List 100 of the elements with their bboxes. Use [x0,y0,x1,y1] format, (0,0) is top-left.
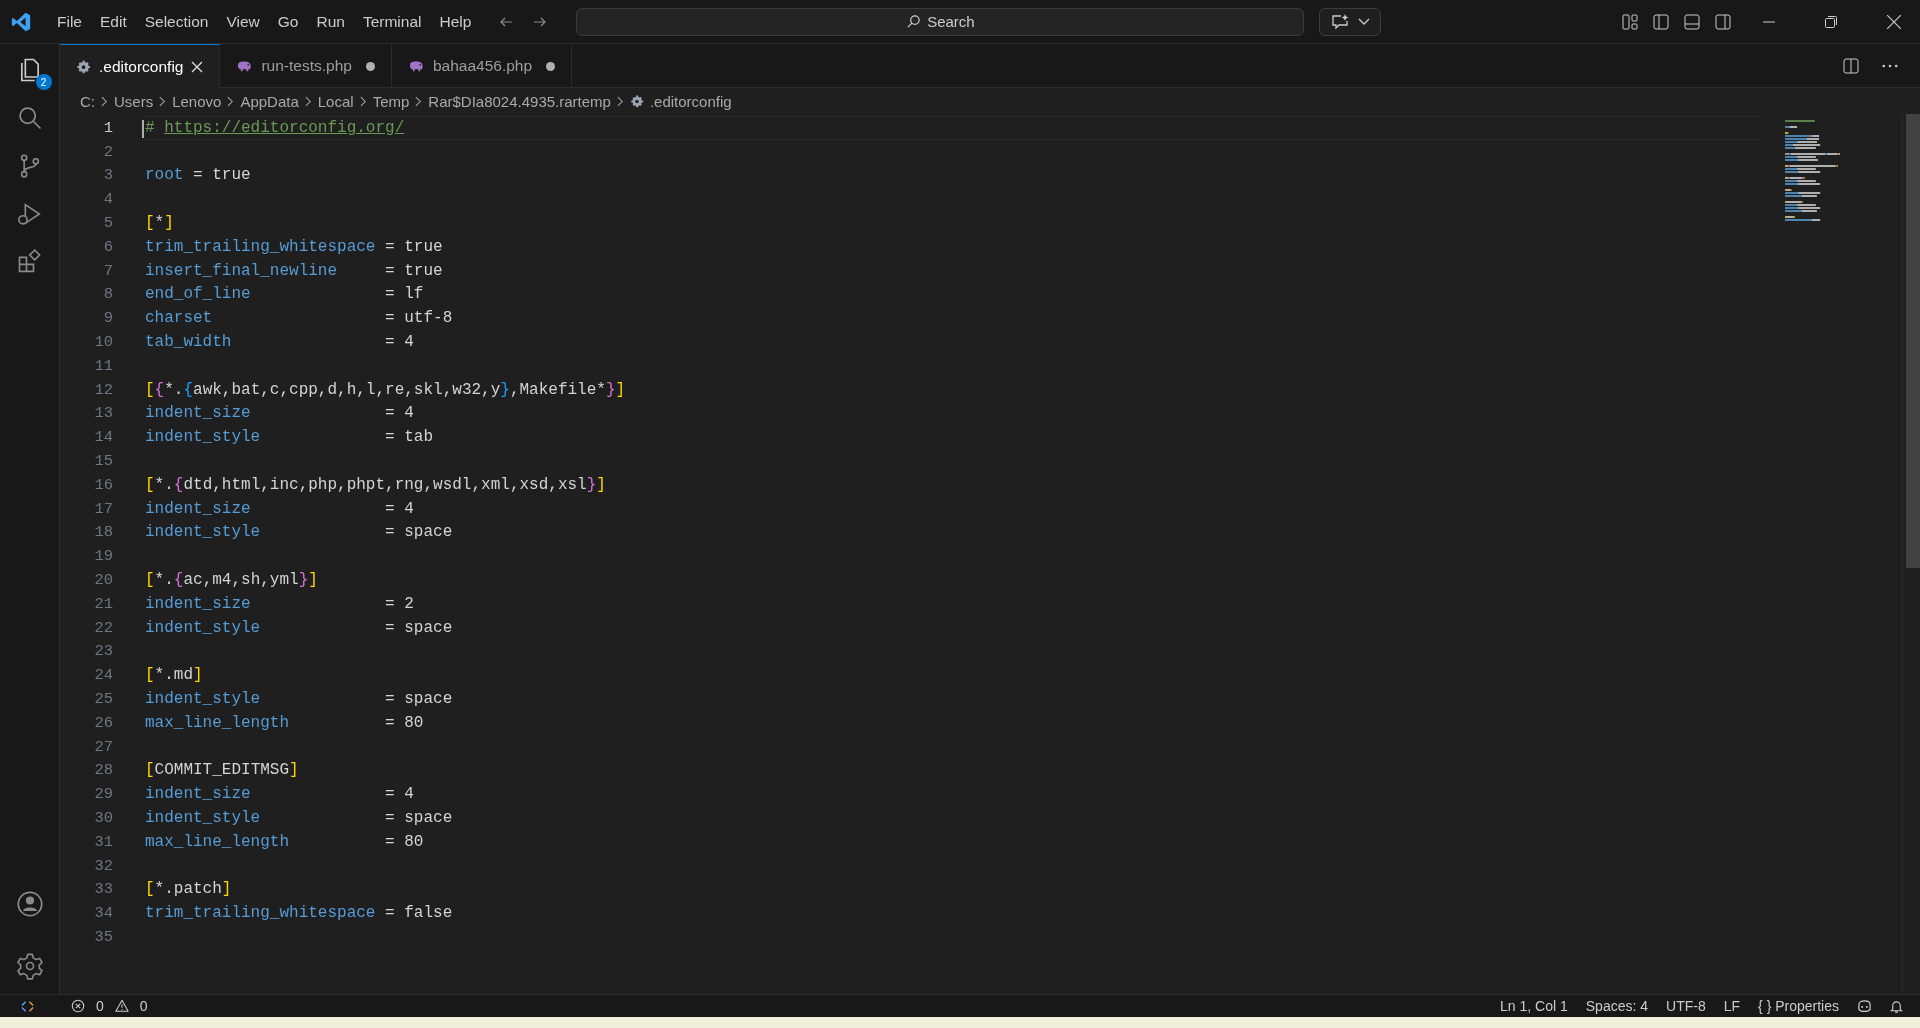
unsaved-dot [365,61,375,71]
scrollbar-thumb[interactable] [1906,114,1920,568]
menu-item[interactable]: Terminal [353,8,431,35]
line-number: 2 [102,142,113,161]
error-icon [71,999,85,1013]
editor-tab[interactable]: .editorconfig [60,44,221,88]
code-line: [*.patch] [145,880,232,899]
menu-item[interactable]: View [217,8,269,35]
problems-button[interactable]: 0 0 [63,998,148,1014]
menu-item[interactable]: Edit [91,8,136,35]
code-line: trim_trailing_whitespace = false [145,904,453,923]
primary-sidebar-icon[interactable] [1652,12,1670,31]
status-item[interactable]: { } Properties [1749,998,1848,1014]
editor-tab[interactable]: run-tests.php [220,44,392,87]
code-line: tab_width = 4 [145,333,414,352]
menu-item[interactable]: Selection [135,8,218,35]
code-line: [COMMIT_EDITMSG] [145,761,299,780]
code-line: # https://editorconfig.org/ [145,118,405,137]
breadcrumb-item[interactable]: Local [317,92,354,110]
line-number: 3 [102,166,113,185]
menu-item[interactable]: Run [307,8,354,35]
status-item[interactable]: LF [1714,998,1750,1014]
line-number: 9 [102,309,113,328]
warning-icon [114,999,129,1013]
breadcrumb-item[interactable]: .editorconfig [649,92,732,110]
code-line: [*] [145,214,174,233]
status-item[interactable]: Spaces: 4 [1576,998,1658,1014]
line-number: 25 [93,690,113,708]
line-number: 14 [93,428,113,447]
chevron-right-icon [304,95,312,107]
line-number: 31 [93,832,113,851]
menu-item[interactable]: File [48,8,91,35]
line-number: 7 [102,261,113,280]
code-line: indent_size = 4 [145,785,414,804]
code-line: [*.{ac,m4,sh,yml}] [145,571,318,590]
line-number: 29 [93,785,113,804]
chevron-right-icon [359,95,367,107]
line-number: 5 [102,214,113,233]
line-number: 33 [93,880,113,899]
line-number: 32 [93,856,113,875]
code-line: indent_size = 4 [145,499,414,518]
breadcrumb-item[interactable]: Users [114,92,154,110]
line-number: 12 [93,380,113,399]
line-number: 19 [93,547,113,566]
chevron-right-icon [616,95,624,107]
copilot-icon[interactable] [1856,998,1873,1014]
close-icon[interactable] [191,60,204,73]
chevron-right-icon [227,95,235,107]
more-icon[interactable] [1882,62,1898,69]
account-icon[interactable] [15,890,44,918]
settings-icon[interactable] [15,952,44,980]
line-number: 30 [93,809,113,827]
menu-item[interactable]: Go [268,8,308,35]
chevron-right-icon [101,95,108,107]
layout-icon[interactable] [1621,12,1639,31]
status-item[interactable]: Ln 1, Col 1 [1491,998,1577,1014]
search-icon [906,14,922,29]
search-field[interactable]: Search [576,7,1305,36]
elephant-icon [407,59,425,73]
breadcrumb-item[interactable]: AppData [240,92,299,110]
elephant-icon [236,59,254,73]
editor-tab[interactable]: bahaa456.php [391,44,573,87]
code-line: root = true [145,166,251,185]
line-number: 17 [93,499,113,518]
code-line: indent_size = 2 [145,594,414,613]
breadcrumb-item[interactable]: C: [80,92,95,110]
menu-item[interactable]: Help [430,8,481,35]
line-number: 6 [102,237,113,256]
close-icon[interactable] [1886,13,1902,30]
code-line: [*.md] [145,666,203,685]
code-line: [*.{dtd,html,inc,php,phpt,rng,wsdl,xml,xsd,xsl}] [145,475,606,494]
code-line: charset = utf-8 [145,309,453,328]
line-number: 26 [93,713,113,732]
breadcrumb-item[interactable]: Temp [372,92,410,110]
chat-button[interactable] [1319,7,1382,36]
line-number: 10 [93,333,113,352]
breadcrumb-item[interactable]: Lenovo [172,92,222,110]
unsaved-dot [546,61,556,71]
line-number: 4 [102,190,113,209]
bell-icon[interactable] [1889,998,1904,1014]
code-line: max_line_length = 80 [145,832,424,851]
line-number: 20 [93,571,113,590]
line-number: 11 [93,356,113,375]
panel-icon[interactable] [1683,12,1701,31]
app-logo-icon [10,10,32,33]
line-number: 13 [93,404,113,423]
chevron-right-icon [415,95,423,107]
code-line: trim_trailing_whitespace = true [145,237,443,256]
restore-icon[interactable] [1824,14,1838,29]
code-line: end_of_line = lf [145,285,424,304]
line-number: 15 [93,452,113,471]
breadcrumb-item[interactable]: Rar$DIa8024.4935.rartemp [428,92,611,110]
line-number: 24 [93,666,113,685]
status-item[interactable]: UTF-8 [1657,998,1715,1014]
line-number: 28 [93,761,113,780]
line-number: 8 [102,285,113,304]
split-editor-icon[interactable] [1842,56,1860,75]
code-line: max_line_length = 80 [145,713,424,732]
line-number: 1 [102,118,113,137]
secondary-sidebar-icon[interactable] [1714,12,1732,31]
